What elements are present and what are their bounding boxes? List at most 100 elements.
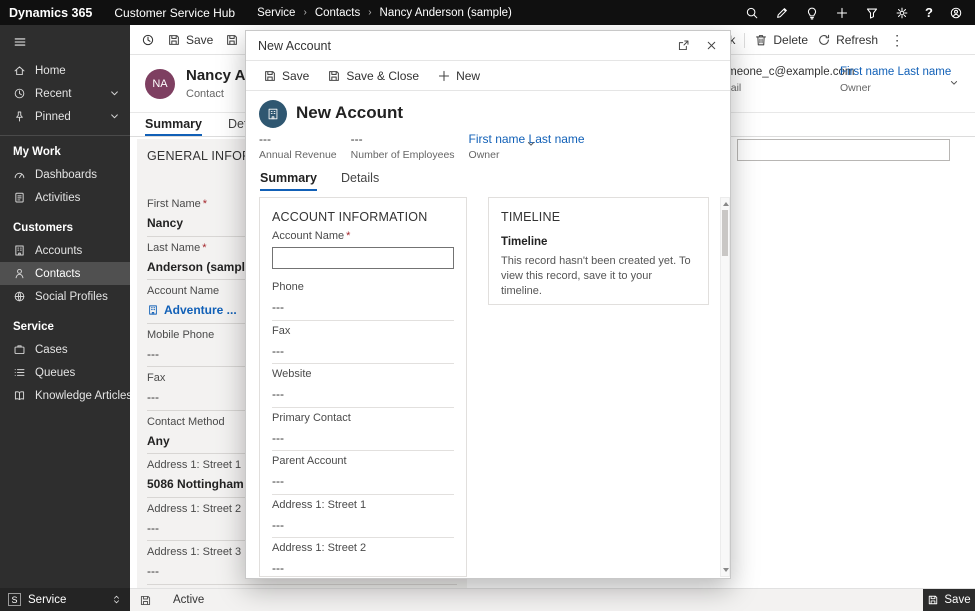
- refresh-label: Refresh: [836, 33, 878, 47]
- settings-gear-icon[interactable]: [895, 6, 909, 20]
- save-close-icon: [327, 69, 341, 83]
- sidebar-item-dashboards[interactable]: Dashboards: [0, 163, 130, 186]
- area-switcher[interactable]: S Service: [0, 588, 130, 611]
- field-value: ---: [272, 431, 454, 445]
- hamburger-menu-icon: [13, 35, 27, 49]
- header-owner-field[interactable]: First name Last name Owner: [840, 66, 951, 94]
- header-annual-revenue-field[interactable]: --- Annual Revenue: [259, 132, 337, 161]
- refresh-button[interactable]: Refresh: [817, 33, 878, 47]
- chevron-down-icon[interactable]: [108, 110, 121, 123]
- field-address1-street2[interactable]: Address 1: Street 2 ---: [272, 538, 454, 577]
- sidebar-item-social-profiles[interactable]: Social Profiles: [0, 285, 130, 308]
- email-value[interactable]: someone_c@example.com: [715, 66, 855, 78]
- field-fax[interactable]: Fax ---: [272, 321, 454, 365]
- scroll-down-arrow-icon[interactable]: [723, 568, 729, 572]
- popout-icon[interactable]: [677, 39, 690, 52]
- dialog-title-bar: New Account: [246, 31, 730, 61]
- field-address1-street1[interactable]: Address 1: Street 1 ---: [272, 495, 454, 539]
- footer-save-button[interactable]: Save: [923, 589, 975, 611]
- account-person-icon[interactable]: [949, 6, 963, 20]
- sidebar-item-knowledge-articles[interactable]: Knowledge Articles: [0, 384, 130, 407]
- timeline-empty-message: This record hasn't been created yet. To …: [501, 254, 696, 299]
- owner-label: Owner: [840, 82, 951, 94]
- record-entity-type: Contact: [186, 88, 224, 100]
- field-value: Adventure ...: [164, 303, 237, 317]
- breadcrumb-record[interactable]: Nancy Anderson (sample): [380, 7, 512, 19]
- sidebar-item-cases[interactable]: Cases: [0, 338, 130, 361]
- topbar-icons: ?: [745, 6, 975, 20]
- sidebar-item-contacts[interactable]: Contacts: [0, 262, 130, 285]
- tab-summary[interactable]: Summary: [145, 117, 202, 136]
- breadcrumb-contacts[interactable]: Contacts: [315, 7, 360, 19]
- quick-create-icon[interactable]: [835, 6, 849, 20]
- field-parent-account[interactable]: Parent Account ---: [272, 451, 454, 495]
- field-account-name[interactable]: Account Name: [272, 228, 454, 269]
- sidebar-item-recent[interactable]: Recent: [0, 82, 130, 105]
- dialog-save-button[interactable]: Save: [263, 69, 309, 83]
- field-label: Account Name: [272, 230, 454, 242]
- header-employees-field[interactable]: --- Number of Employees: [351, 132, 455, 161]
- chevron-up-down-icon[interactable]: [111, 594, 122, 605]
- save-icon: [927, 594, 939, 606]
- footer-save-label: Save: [944, 594, 970, 606]
- dialog-save-and-close-button[interactable]: Save & Close: [327, 69, 419, 83]
- dynamics-365-logo[interactable]: Dynamics 365: [9, 6, 92, 20]
- save-icon: [167, 33, 181, 47]
- dialog-scrollbar[interactable]: [720, 197, 730, 577]
- sidebar-item-home[interactable]: Home: [0, 59, 130, 82]
- lightbulb-icon[interactable]: [805, 6, 819, 20]
- sidebar-item-queues[interactable]: Queues: [0, 361, 130, 384]
- header-expand-chevron-icon[interactable]: [948, 77, 960, 89]
- header-expand-chevron-icon[interactable]: [525, 138, 537, 150]
- dialog-new-label: New: [456, 69, 480, 83]
- account-information-section: ACCOUNT INFORMATION Account Name Phone -…: [259, 197, 467, 577]
- section-title: ACCOUNT INFORMATION: [272, 210, 454, 224]
- breadcrumb-separator: ›: [303, 7, 306, 18]
- dialog-tab-details[interactable]: Details: [341, 171, 379, 191]
- scroll-up-arrow-icon[interactable]: [723, 202, 729, 206]
- dialog-tabs: Summary Details: [246, 163, 730, 191]
- person-icon: [13, 267, 26, 280]
- owner-value[interactable]: First name Last name: [840, 66, 951, 78]
- dashboard-icon: [13, 168, 26, 181]
- sitemap-toggle[interactable]: [0, 25, 130, 59]
- save-status-icon: [139, 594, 152, 607]
- filter-icon[interactable]: [865, 6, 879, 20]
- briefcase-icon: [13, 343, 26, 356]
- field-phone[interactable]: Phone ---: [272, 277, 454, 321]
- header-email-field[interactable]: someone_c@example.com Email: [715, 66, 855, 94]
- help-icon[interactable]: ?: [925, 6, 933, 20]
- dialog-tab-summary[interactable]: Summary: [260, 171, 317, 191]
- refresh-icon: [817, 33, 831, 47]
- chevron-down-icon[interactable]: [108, 87, 121, 100]
- account-name-input[interactable]: [272, 247, 454, 269]
- delete-button[interactable]: Delete: [754, 33, 808, 47]
- command-divider: [744, 33, 745, 48]
- more-commands-button[interactable]: ⋮: [887, 32, 907, 49]
- area-label: Service: [28, 594, 66, 606]
- app-name[interactable]: Customer Service Hub: [114, 6, 235, 20]
- close-icon[interactable]: [705, 39, 718, 52]
- edit-icon[interactable]: [775, 6, 789, 20]
- dialog-new-button[interactable]: New: [437, 69, 480, 83]
- save-button[interactable]: Save: [167, 33, 213, 47]
- scrollbar-thumb[interactable]: [722, 210, 728, 256]
- field-primary-contact[interactable]: Primary Contact ---: [272, 408, 454, 452]
- screen: Dynamics 365 Customer Service Hub Servic…: [0, 0, 975, 611]
- account-entity-badge: [259, 100, 287, 128]
- sidebar-item-accounts[interactable]: Accounts: [0, 239, 130, 262]
- sidebar-item-pinned[interactable]: Pinned: [0, 105, 130, 128]
- search-icon[interactable]: [745, 6, 759, 20]
- sidebar-item-label: Cases: [35, 344, 68, 356]
- sidebar-item-activities[interactable]: Activities: [0, 186, 130, 209]
- sidebar-item-label: Knowledge Articles: [35, 390, 130, 402]
- new-account-dialog: New Account Save Save & Close New New: [245, 30, 731, 579]
- timeline-search-box[interactable]: [737, 139, 950, 161]
- timeline-subtitle: Timeline: [501, 236, 696, 248]
- field-website[interactable]: Website ---: [272, 364, 454, 408]
- area-initial-tile: S: [8, 593, 21, 606]
- field-label: Address 1: Street 2: [272, 542, 454, 554]
- field-value: ---: [351, 132, 455, 146]
- save-status-history-icon[interactable]: [141, 33, 155, 47]
- breadcrumb-service[interactable]: Service: [257, 7, 295, 19]
